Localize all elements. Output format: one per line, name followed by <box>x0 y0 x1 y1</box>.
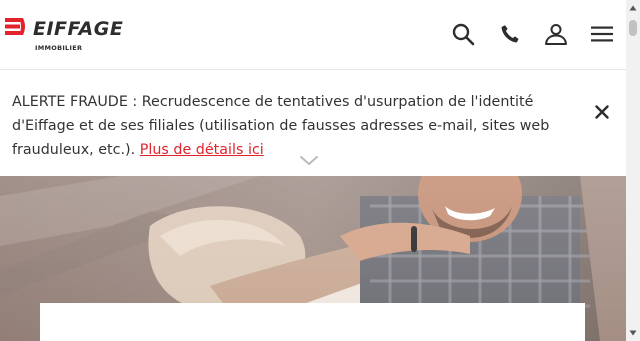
logo-brand-text: EIFFAGE <box>33 18 124 40</box>
search-button[interactable] <box>450 21 476 47</box>
scroll-down-arrow-icon[interactable] <box>629 329 637 337</box>
scrollbar-thumb[interactable] <box>629 20 637 36</box>
site-header: EIFFAGE IMMOBILIER <box>0 0 626 70</box>
scroll-up-arrow-icon[interactable] <box>629 4 637 12</box>
logo-subtitle: IMMOBILIER <box>35 44 83 52</box>
phone-icon <box>501 25 519 43</box>
user-icon <box>545 24 567 45</box>
chevron-down-icon[interactable] <box>298 154 320 168</box>
account-button[interactable] <box>543 21 569 47</box>
fraud-alert-banner: ALERTE FRAUDE : Recrudescence de tentati… <box>0 70 626 176</box>
fraud-alert-message: ALERTE FRAUDE : Recrudescence de tentati… <box>12 90 572 156</box>
phone-button[interactable] <box>497 21 523 47</box>
search-icon <box>452 23 475 46</box>
menu-button[interactable] <box>589 21 615 47</box>
fraud-alert-text: ALERTE FRAUDE : Recrudescence de tentati… <box>12 94 550 156</box>
eiffage-logo-mark-icon <box>5 18 25 35</box>
fraud-alert-details-link[interactable]: Plus de détails ici <box>140 142 264 156</box>
close-alert-button[interactable] <box>591 101 613 123</box>
menu-icon <box>591 26 613 42</box>
eiffage-logo[interactable]: EIFFAGE IMMOBILIER <box>5 16 125 56</box>
close-icon <box>595 105 609 119</box>
hero-content-card <box>40 303 585 341</box>
page-scrollbar[interactable] <box>626 0 640 341</box>
